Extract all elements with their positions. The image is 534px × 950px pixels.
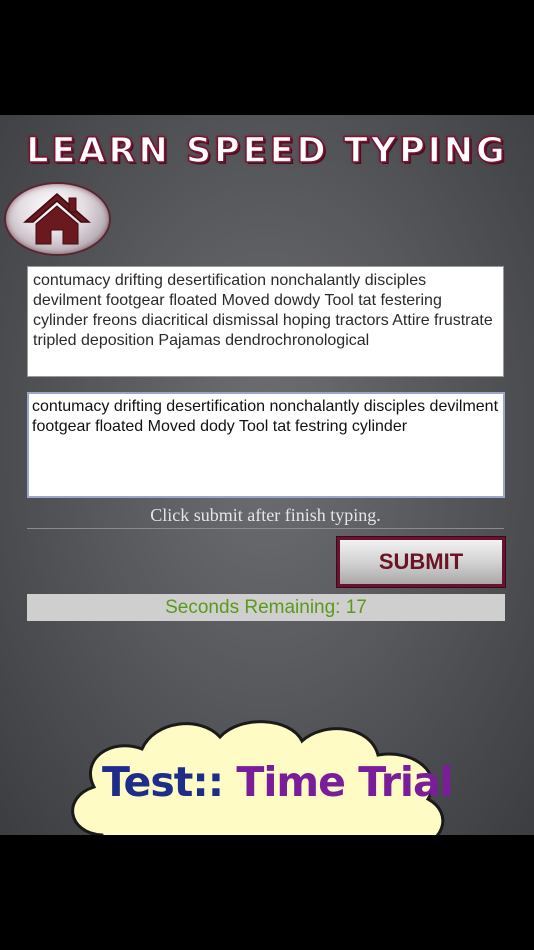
seconds-remaining: Seconds Remaining: 17 xyxy=(27,594,505,621)
test-mode-banner: Test:: Time Trial xyxy=(62,715,454,835)
submit-hint: Click submit after finish typing. xyxy=(150,505,381,525)
banner-mode: Time Trial xyxy=(236,758,453,806)
banner-text: Test:: Time Trial xyxy=(102,758,454,806)
home-button[interactable] xyxy=(4,182,111,256)
app-screen: LEARN SPEED TYPING contumacy drifting de… xyxy=(0,115,534,835)
banner-prefix: Test:: xyxy=(102,758,237,806)
target-passage: contumacy drifting desertification nonch… xyxy=(27,266,504,377)
home-icon xyxy=(23,193,91,245)
typing-input[interactable]: contumacy drifting desertification nonch… xyxy=(27,392,505,498)
app-title: LEARN SPEED TYPING xyxy=(25,130,508,172)
submit-button[interactable]: SUBMIT xyxy=(337,537,505,587)
divider xyxy=(27,528,504,529)
